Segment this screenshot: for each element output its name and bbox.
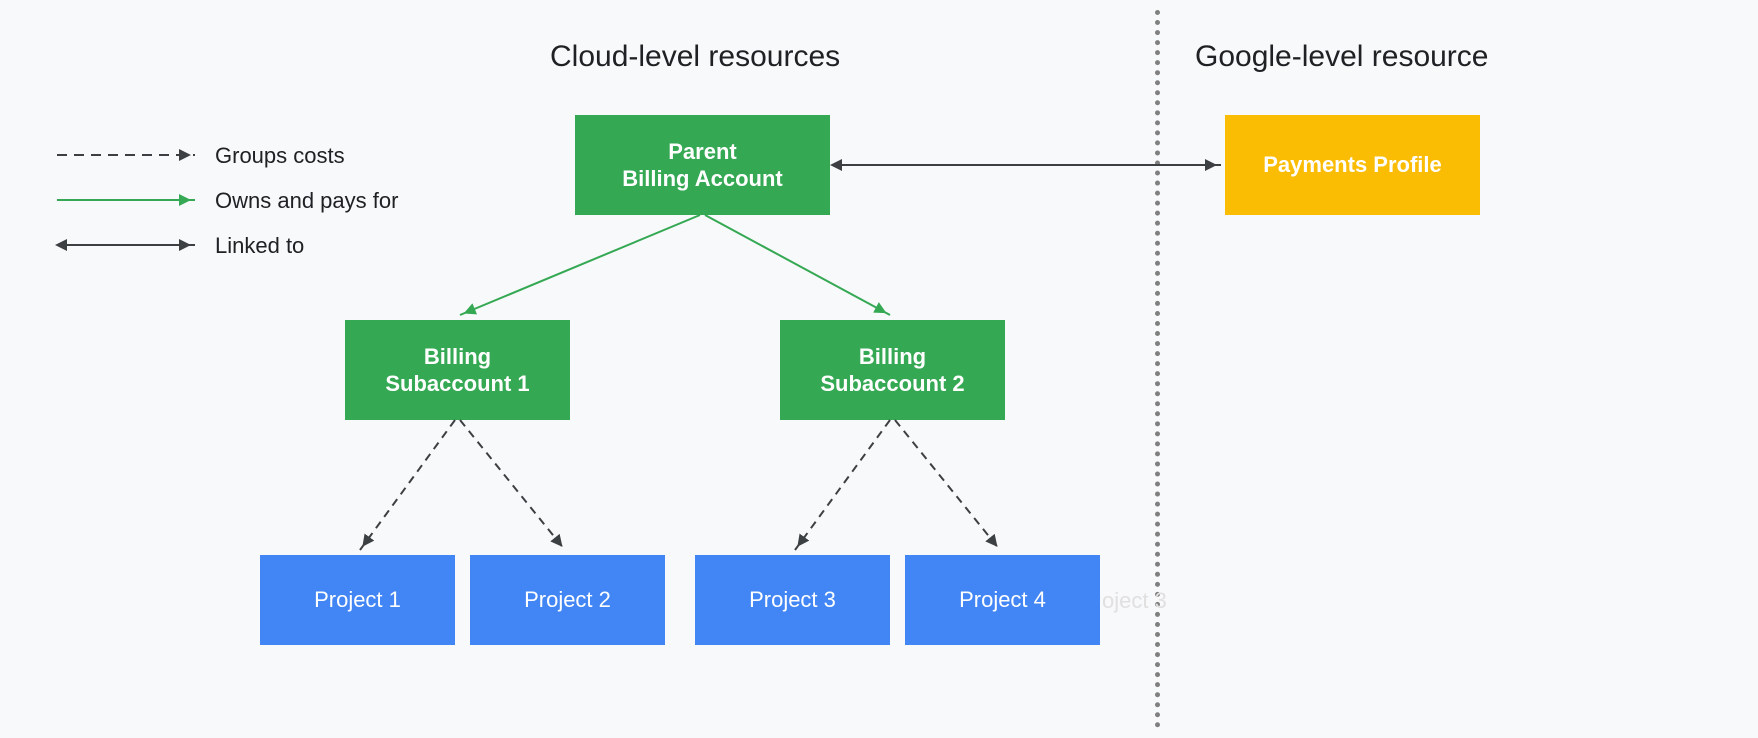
arrows-groups-sub2-to-projects <box>775 420 1025 560</box>
node-billing-subaccount-2: Billing Subaccount 2 <box>780 320 1005 420</box>
node-project-2: Project 2 <box>470 555 665 645</box>
legend-groups-costs: Groups costs <box>215 143 345 169</box>
node-project-1-label: Project 1 <box>314 587 401 613</box>
node-project-4: Project 4 <box>905 555 1100 645</box>
legend-linked-to: Linked to <box>215 233 304 259</box>
arrows-owns-parent-to-subs <box>440 215 960 325</box>
node-payments-label: Payments Profile <box>1263 152 1442 178</box>
node-sub1-line1: Billing <box>424 343 491 371</box>
heading-cloud-level: Cloud-level resources <box>550 40 840 74</box>
node-parent-billing-account: Parent Billing Account <box>575 115 830 215</box>
node-parent-line2: Billing Account <box>622 165 783 193</box>
heading-google-level: Google-level resource <box>1195 40 1488 74</box>
node-billing-subaccount-1: Billing Subaccount 1 <box>345 320 570 420</box>
node-sub2-line2: Subaccount 2 <box>820 370 964 398</box>
legend-arrows <box>55 140 205 280</box>
arrows-groups-sub1-to-projects <box>340 420 590 560</box>
node-parent-line1: Parent <box>668 138 736 166</box>
node-project-3: Project 3 <box>695 555 890 645</box>
ghost-text-project: oject 3 <box>1102 588 1167 614</box>
node-project-3-label: Project 3 <box>749 587 836 613</box>
node-project-1: Project 1 <box>260 555 455 645</box>
node-project-2-label: Project 2 <box>524 587 611 613</box>
node-sub2-line1: Billing <box>859 343 926 371</box>
vertical-divider <box>1155 10 1160 728</box>
node-project-4-label: Project 4 <box>959 587 1046 613</box>
legend-owns-pays: Owns and pays for <box>215 188 398 214</box>
node-payments-profile: Payments Profile <box>1225 115 1480 215</box>
node-sub1-line2: Subaccount 1 <box>385 370 529 398</box>
arrow-linked-parent-payments <box>830 150 1225 180</box>
